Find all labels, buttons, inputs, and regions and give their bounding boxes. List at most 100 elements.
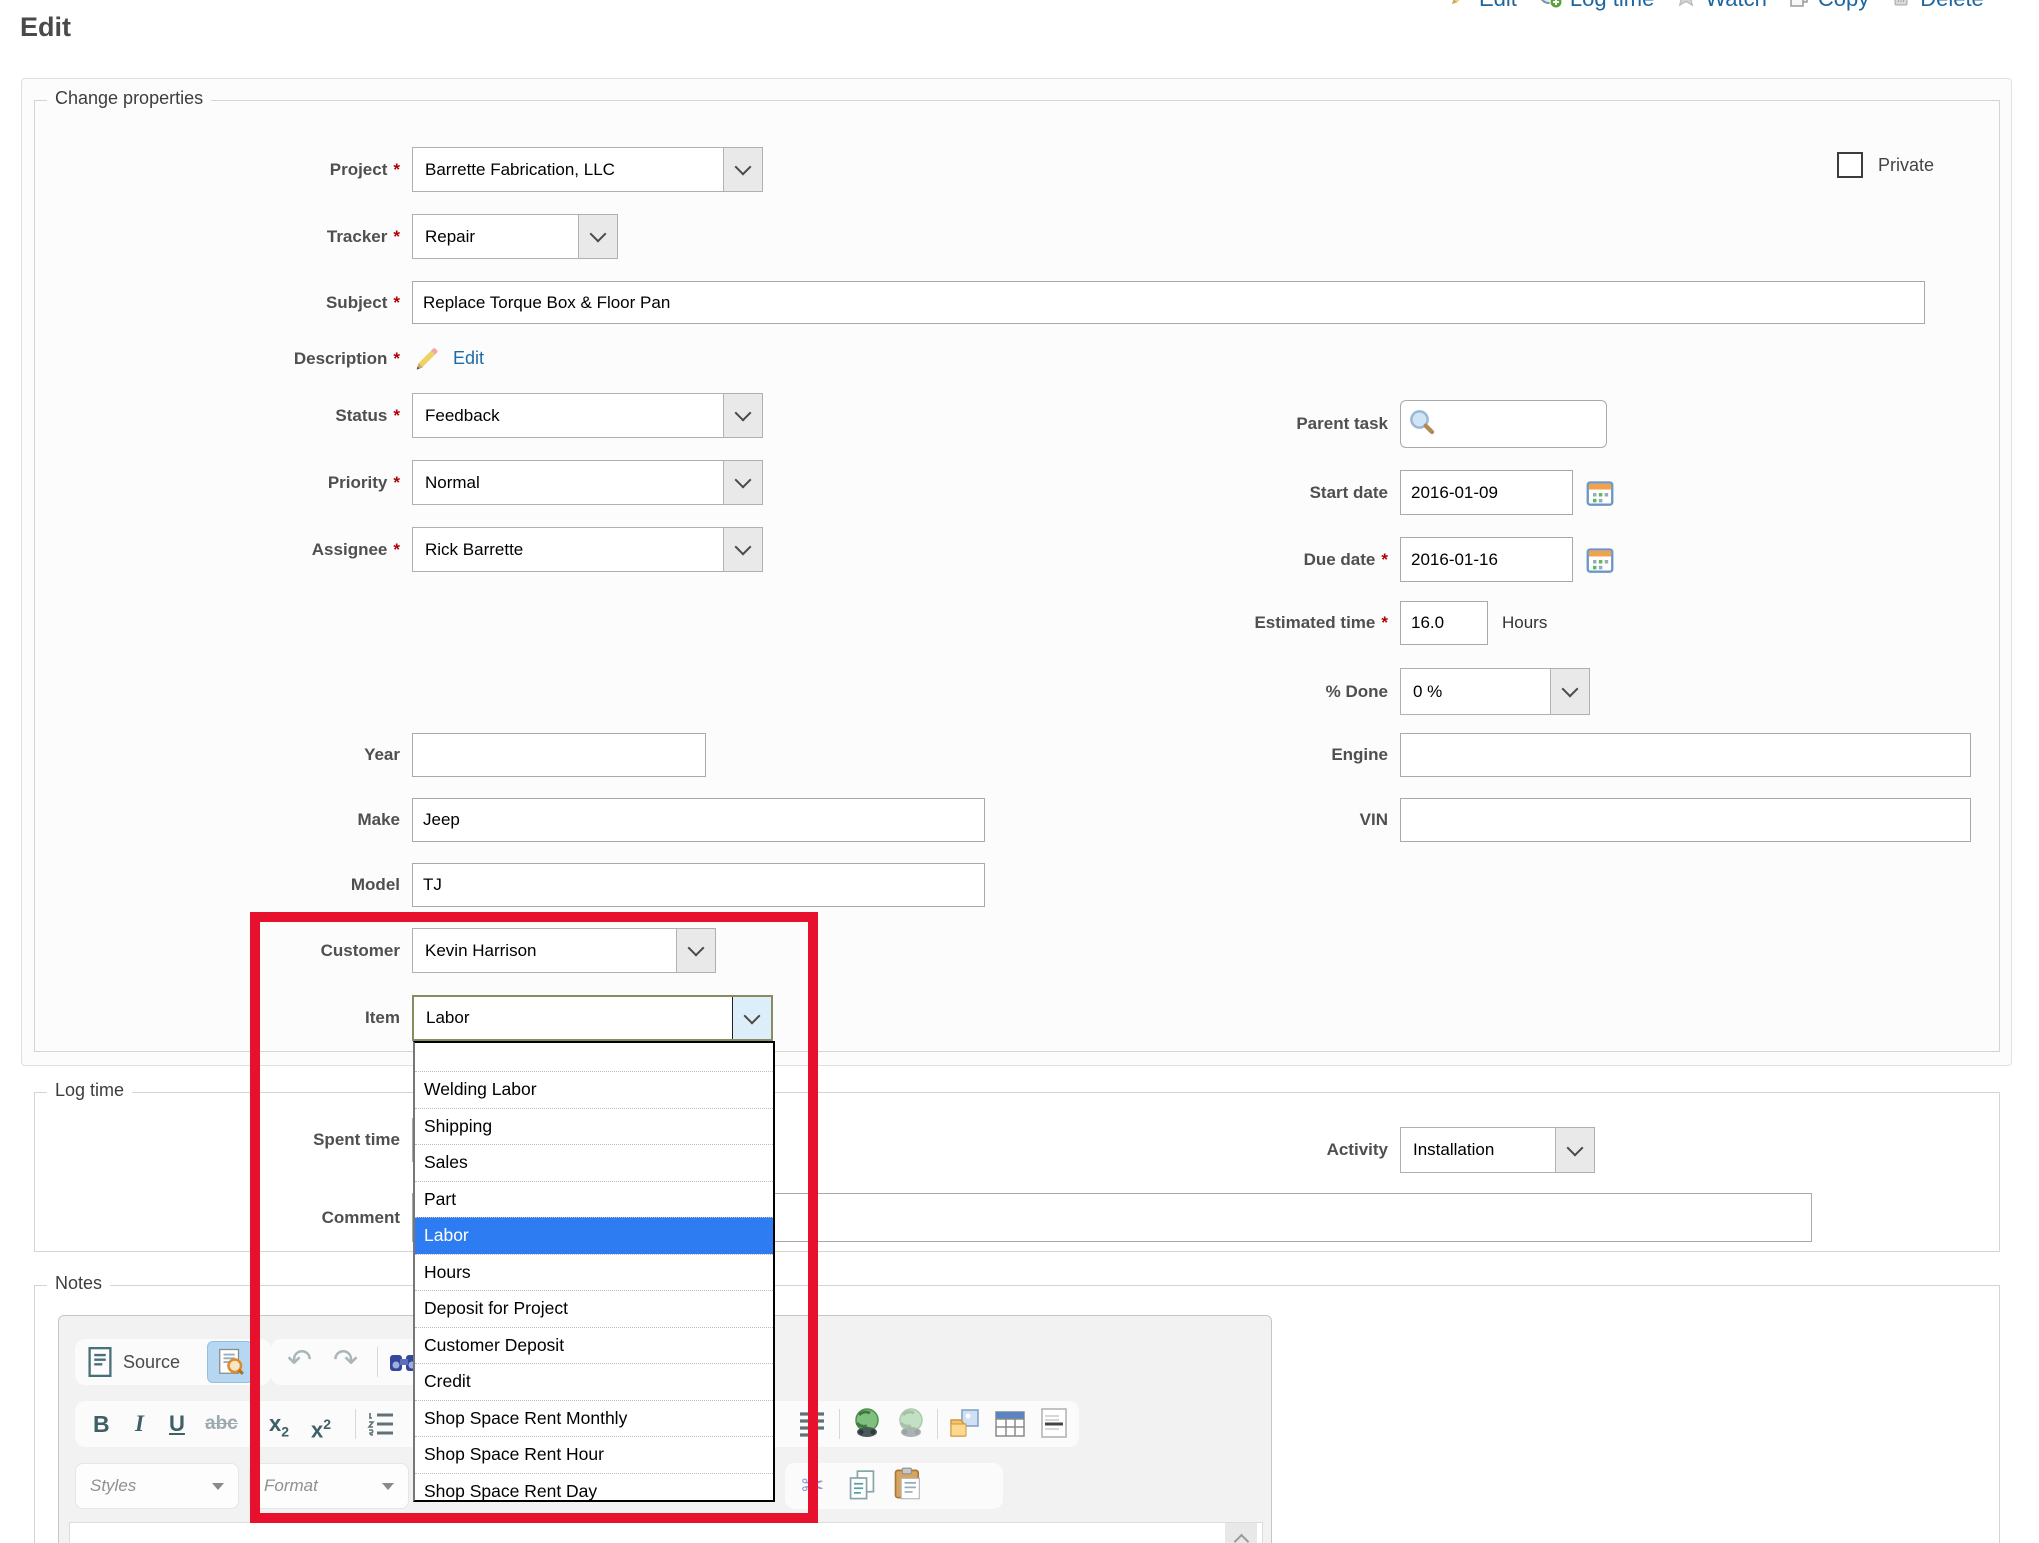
item-option[interactable]: Shop Space Rent Day — [415, 1473, 773, 1503]
redo-icon[interactable]: ↷ — [333, 1339, 358, 1385]
item-option[interactable]: Shipping — [415, 1108, 773, 1145]
delete-action-link[interactable]: Delete — [1889, 0, 1984, 14]
estimated-time-input[interactable] — [1400, 601, 1488, 645]
editor-scrollbar[interactable] — [1225, 1523, 1257, 1543]
templates-icon — [216, 1347, 246, 1382]
chevron-down-icon — [723, 394, 762, 437]
start-date-input[interactable] — [1400, 470, 1573, 515]
strikethrough-button[interactable]: abc — [205, 1401, 238, 1447]
source-button[interactable]: Source — [123, 1339, 180, 1385]
description-pencil-icon — [412, 345, 440, 378]
private-checkbox[interactable] — [1837, 152, 1863, 178]
year-input[interactable] — [412, 733, 706, 777]
pencil-icon — [1448, 0, 1472, 14]
justify-block-icon[interactable] — [798, 1410, 826, 1443]
subject-input[interactable] — [412, 281, 1925, 324]
item-option[interactable]: Credit — [415, 1363, 773, 1400]
item-option-blank[interactable] — [415, 1043, 773, 1071]
subscript-button[interactable]: x2 — [269, 1401, 289, 1447]
description-edit-link[interactable]: Edit — [453, 348, 484, 369]
copy-action-link[interactable]: Copy — [1787, 0, 1869, 14]
templates-button[interactable] — [207, 1341, 253, 1383]
engine-input[interactable] — [1400, 733, 1971, 777]
item-option[interactable]: Shop Space Rent Monthly — [415, 1400, 773, 1437]
item-select[interactable]: Labor — [412, 995, 773, 1041]
chevron-down-icon — [578, 215, 617, 258]
undo-icon[interactable]: ↶ — [287, 1339, 312, 1385]
star-icon — [1674, 0, 1698, 14]
model-label: Model — [40, 863, 400, 907]
item-dropdown-list: Welding Labor Shipping Sales Part Labor … — [413, 1041, 775, 1502]
private-label: Private — [1878, 152, 1934, 178]
issue-edit-page: Edit Log time Watch Copy Delete Edit Cha… — [0, 0, 2039, 1543]
log-time-legend: Log time — [47, 1080, 132, 1101]
status-select[interactable]: Feedback — [412, 393, 763, 438]
underline-button[interactable]: U — [169, 1401, 185, 1447]
priority-label: Priority* — [40, 460, 400, 505]
editor-content-area[interactable] — [69, 1522, 1263, 1543]
start-date-label: Start date — [1028, 470, 1388, 515]
parent-task-input[interactable] — [1400, 400, 1607, 448]
source-icon[interactable] — [87, 1347, 113, 1382]
search-icon — [1407, 407, 1437, 442]
log-time-action-link[interactable]: Log time — [1537, 0, 1654, 15]
paste-clipboard-icon[interactable] — [891, 1467, 925, 1506]
activity-label: Activity — [1028, 1127, 1388, 1173]
chevron-down-icon — [723, 461, 762, 504]
image-icon[interactable] — [949, 1408, 981, 1445]
chevron-down-icon — [723, 148, 762, 191]
project-label: Project* — [40, 147, 400, 192]
chevron-down-icon — [723, 528, 762, 571]
item-option[interactable]: Shop Space Rent Hour — [415, 1436, 773, 1473]
copy-pages-icon[interactable] — [847, 1470, 877, 1507]
calendar-icon[interactable] — [1586, 479, 1614, 512]
description-label: Description* — [40, 344, 400, 374]
project-select[interactable]: Barrette Fabrication, LLC — [412, 147, 763, 192]
table-icon[interactable] — [995, 1410, 1025, 1443]
scroll-up-button[interactable] — [1225, 1523, 1257, 1543]
edit-action-link[interactable]: Edit — [1448, 0, 1517, 14]
italic-button[interactable]: I — [135, 1401, 144, 1447]
model-input[interactable] — [412, 863, 985, 907]
item-label: Item — [40, 995, 400, 1040]
tracker-select[interactable]: Repair — [412, 214, 618, 259]
percent-done-select[interactable]: 0 % — [1400, 668, 1590, 715]
item-option-selected[interactable]: Labor — [415, 1217, 773, 1254]
item-option[interactable]: Welding Labor — [415, 1071, 773, 1108]
numbered-list-icon[interactable] — [367, 1410, 395, 1443]
trash-icon — [1889, 0, 1913, 14]
bold-button[interactable]: B — [93, 1401, 110, 1447]
styles-combo[interactable]: Styles — [75, 1463, 239, 1509]
priority-select[interactable]: Normal — [412, 460, 763, 505]
customer-select[interactable]: Kevin Harrison — [412, 928, 716, 973]
item-option[interactable]: Hours — [415, 1254, 773, 1291]
estimated-time-suffix: Hours — [1502, 601, 1547, 645]
customer-label: Customer — [40, 928, 400, 973]
chevron-down-icon — [382, 1483, 394, 1490]
vin-input[interactable] — [1400, 798, 1971, 842]
chevron-down-icon — [212, 1483, 224, 1490]
calendar-icon[interactable] — [1586, 546, 1614, 579]
copy-icon — [1787, 0, 1811, 14]
clock-plus-icon — [1537, 0, 1563, 15]
estimated-time-label: Estimated time* — [1028, 601, 1388, 645]
chevron-up-icon — [1233, 1534, 1249, 1543]
horizontal-line-icon[interactable] — [1039, 1408, 1069, 1443]
percent-done-label: % Done — [1028, 668, 1388, 715]
format-combo[interactable]: Format — [249, 1463, 409, 1509]
assignee-select[interactable]: Rick Barrette — [412, 527, 763, 572]
activity-select[interactable]: Installation — [1400, 1127, 1595, 1173]
link-icon[interactable] — [851, 1407, 883, 1444]
unlink-icon[interactable] — [895, 1407, 927, 1444]
watch-action-link[interactable]: Watch — [1674, 0, 1767, 14]
toolbar-separator — [355, 1409, 356, 1439]
item-option[interactable]: Sales — [415, 1144, 773, 1181]
item-option[interactable]: Part — [415, 1181, 773, 1218]
make-input[interactable] — [412, 798, 985, 842]
due-date-input[interactable] — [1400, 537, 1573, 582]
chevron-down-icon — [676, 929, 715, 972]
item-option[interactable]: Customer Deposit — [415, 1327, 773, 1364]
cut-icon[interactable]: ✂ — [801, 1463, 824, 1509]
superscript-button[interactable]: x2 — [311, 1401, 331, 1447]
item-option[interactable]: Deposit for Project — [415, 1290, 773, 1327]
